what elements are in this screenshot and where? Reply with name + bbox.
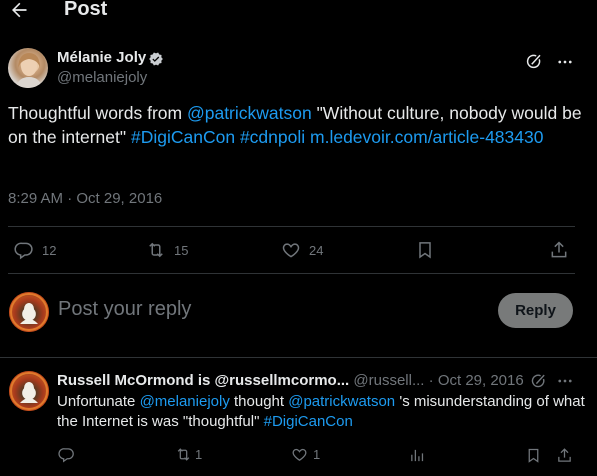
- reply-text-part: thought: [229, 393, 289, 410]
- more-options-icon[interactable]: [555, 52, 575, 72]
- more-options-icon[interactable]: [556, 372, 574, 390]
- heart-icon: [281, 240, 301, 260]
- divider: [0, 357, 597, 358]
- like-action[interactable]: 1: [291, 446, 320, 463]
- repost-icon: [175, 446, 192, 463]
- repost-action[interactable]: 15: [146, 240, 188, 260]
- grok-icon[interactable]: [529, 372, 547, 390]
- separator-dot: ·: [428, 372, 434, 389]
- author-handle[interactable]: @melaniejoly: [57, 69, 147, 86]
- divider: [8, 226, 575, 227]
- tweet-text: Thoughtful words from @patrickwatson "Wi…: [8, 101, 583, 149]
- repost-icon: [146, 240, 166, 260]
- external-link[interactable]: m.ledevoir.com/article-483430: [310, 127, 543, 147]
- reply-button[interactable]: Reply: [498, 293, 573, 328]
- avatar[interactable]: [8, 48, 48, 88]
- reply-count: 12: [42, 242, 57, 258]
- verified-badge-icon: [148, 51, 164, 67]
- repost-count: 1: [195, 447, 203, 462]
- repost-count: 15: [174, 242, 189, 258]
- reply-icon: [58, 446, 75, 463]
- post-timestamp[interactable]: 8:29 AM · Oct 29, 2016: [8, 190, 162, 207]
- reply-action[interactable]: [58, 446, 83, 463]
- like-count: 24: [309, 242, 324, 258]
- mention-link[interactable]: @melaniejoly: [140, 393, 230, 410]
- reply-text: Unfortunate @melaniejoly thought @patric…: [57, 392, 587, 432]
- reply-author-name[interactable]: Russell McOrmond is @russellmcormo...: [57, 372, 349, 389]
- repost-action[interactable]: 1: [175, 446, 202, 463]
- reply-header: Russell McOrmond is @russellmcormo... @r…: [57, 372, 524, 389]
- grok-icon[interactable]: [524, 52, 544, 72]
- bookmark-icon[interactable]: [525, 447, 542, 464]
- tweet-text-part: Thoughtful words from: [8, 103, 187, 123]
- hashtag-link[interactable]: #DigiCanCon: [264, 413, 353, 430]
- like-action[interactable]: 24: [281, 240, 323, 260]
- hashtag-link[interactable]: #cdnpoli: [240, 127, 305, 147]
- reply-input[interactable]: Post your reply: [58, 298, 191, 321]
- reply-date[interactable]: Oct 29, 2016: [438, 372, 524, 389]
- back-arrow-icon[interactable]: [8, 0, 30, 20]
- reply-author-handle[interactable]: @russell...: [353, 372, 424, 389]
- share-icon[interactable]: [556, 447, 573, 464]
- hashtag-link[interactable]: #DigiCanCon: [131, 127, 235, 147]
- reply-icon: [14, 240, 34, 260]
- share-icon[interactable]: [549, 240, 569, 260]
- divider: [8, 273, 575, 274]
- heart-icon: [291, 446, 308, 463]
- page-title: Post: [64, 0, 108, 20]
- views-icon[interactable]: [409, 447, 426, 464]
- mention-link[interactable]: @patrickwatson: [288, 393, 395, 410]
- reply-text-part: Unfortunate: [57, 393, 140, 410]
- bookmark-icon[interactable]: [415, 240, 435, 260]
- avatar[interactable]: [9, 371, 49, 411]
- like-count: 1: [313, 447, 321, 462]
- mention-link[interactable]: @patrickwatson: [187, 103, 312, 123]
- author-name[interactable]: Mélanie Joly: [57, 49, 146, 66]
- reply-action[interactable]: 12: [14, 240, 56, 260]
- avatar: [9, 292, 49, 332]
